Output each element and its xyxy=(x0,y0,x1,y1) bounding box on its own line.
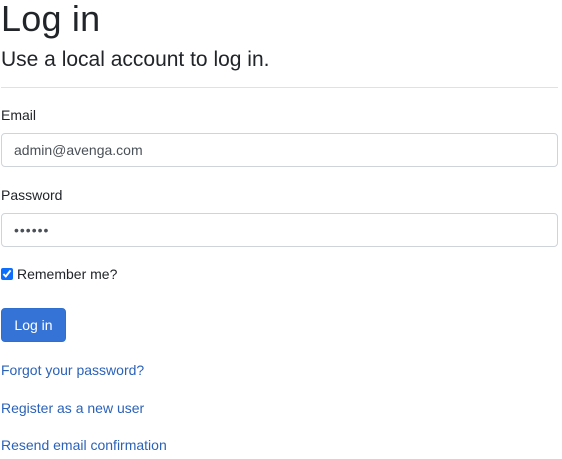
login-button[interactable]: Log in xyxy=(1,308,66,342)
page-title: Log in xyxy=(1,0,101,39)
password-label: Password xyxy=(1,187,63,203)
remember-me-row[interactable]: Remember me? xyxy=(1,265,117,283)
resend-confirmation-link[interactable]: Resend email confirmation xyxy=(1,436,167,454)
password-field[interactable] xyxy=(1,213,558,247)
forgot-password-link[interactable]: Forgot your password? xyxy=(1,361,144,379)
email-field[interactable] xyxy=(1,133,558,167)
page-subtitle: Use a local account to log in. xyxy=(1,48,270,71)
remember-me-label[interactable]: Remember me? xyxy=(17,266,117,282)
remember-me-checkbox[interactable] xyxy=(1,268,13,280)
email-label: Email xyxy=(1,107,37,123)
register-link[interactable]: Register as a new user xyxy=(1,399,144,417)
divider xyxy=(1,87,558,88)
